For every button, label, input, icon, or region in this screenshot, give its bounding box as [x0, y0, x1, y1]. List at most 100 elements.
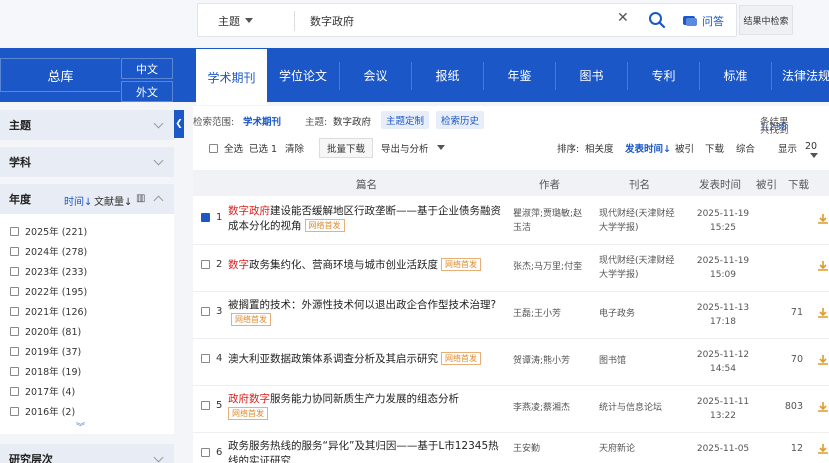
row-index[interactable]: 4	[201, 353, 222, 364]
checkbox[interactable]	[201, 354, 210, 363]
search-icon[interactable]	[648, 11, 666, 29]
year-sort-count[interactable]: 文献量↓	[94, 193, 132, 208]
checkbox[interactable]	[10, 286, 19, 296]
article-title-link[interactable]: 被搁置的技术：外源性技术何以退出政企合作型技术治理?网络首发	[228, 298, 502, 328]
table-row[interactable]: 1 数字政府建设能否缓解地区行政垄断——基于企业债务融资成本分化的视角 网络首发 …	[193, 198, 829, 245]
sort-download[interactable]: 下载	[705, 141, 724, 155]
checkbox[interactable]	[10, 266, 19, 276]
download-icon[interactable]	[817, 354, 829, 366]
batch-download-button[interactable]: 批量下载	[319, 138, 374, 158]
checkbox[interactable]	[10, 326, 19, 336]
select-all[interactable]: 全选	[209, 141, 243, 155]
row-index[interactable]: 5	[201, 400, 222, 411]
sidebar-collapse-icon[interactable]: ❮	[174, 110, 184, 138]
row-index[interactable]: 3	[201, 306, 222, 317]
row-index[interactable]: 1	[201, 212, 222, 223]
article-authors[interactable]: 贺谭涛;熊小芳	[513, 354, 587, 368]
clear-selection-button[interactable]: 清除	[285, 141, 304, 155]
list-item[interactable]: 2022年 (195)	[10, 281, 174, 301]
download-icon[interactable]	[817, 260, 829, 272]
clear-icon[interactable]: ✕	[617, 10, 629, 26]
col-cited[interactable]: 被引	[756, 177, 777, 192]
article-authors[interactable]: 王磊;王小芳	[513, 307, 587, 321]
topic-customize-button[interactable]: 主题定制	[381, 111, 430, 129]
facet-discipline[interactable]: 学科	[0, 147, 174, 177]
bar-chart-icon[interactable]: ▥	[136, 193, 145, 204]
table-row[interactable]: 2 数字政务集约化、营商环境与城市创业活跃度 网络首发 张杰;马万里;付奎 现代财…	[193, 245, 829, 292]
download-icon[interactable]	[817, 307, 829, 319]
year-sort-time[interactable]: 时间↓	[64, 193, 92, 208]
list-item[interactable]: 2025年 (221)	[10, 221, 174, 241]
col-date[interactable]: 发表时间	[699, 177, 741, 192]
article-source[interactable]: 统计与信息论坛	[599, 401, 683, 415]
row-index[interactable]: 2	[201, 259, 222, 270]
search-input[interactable]	[310, 11, 610, 31]
tab-conferences[interactable]: 会议	[340, 48, 411, 102]
tab-standards[interactable]: 标准	[700, 48, 771, 102]
facet-year[interactable]: 年度 时间↓ 文献量↓ ▥	[0, 184, 174, 214]
nav-zongku[interactable]: 总库	[0, 58, 120, 92]
sort-cited[interactable]: 被引	[675, 141, 694, 155]
search-field-select[interactable]: 主题	[218, 13, 253, 29]
list-item[interactable]: 2024年 (278)	[10, 241, 174, 261]
table-row[interactable]: 3 被搁置的技术：外源性技术何以退出政企合作型技术治理?网络首发 王磊;王小芳 …	[193, 292, 829, 339]
expand-more-icon[interactable]: ︾	[76, 420, 85, 433]
download-icon[interactable]	[817, 213, 829, 225]
tab-books[interactable]: 图书	[556, 48, 627, 102]
article-source[interactable]: 现代财经(天津财经大学学报)	[599, 254, 683, 282]
checkbox[interactable]	[201, 213, 210, 222]
facet-research-level[interactable]: 研究层次	[0, 444, 174, 463]
checkbox[interactable]	[10, 406, 19, 416]
article-source[interactable]: 天府新论	[599, 442, 683, 456]
tab-laws[interactable]: 法律法规	[772, 48, 829, 102]
article-title-link[interactable]: 政府数字服务能力协同新质生产力发展的组态分析 网络首发	[228, 392, 502, 422]
article-title-link[interactable]: 数字政府建设能否缓解地区行政垄断——基于企业债务融资成本分化的视角 网络首发	[228, 204, 502, 234]
checkbox[interactable]	[10, 386, 19, 396]
nav-lang-chinese[interactable]: 中文	[121, 58, 173, 79]
article-source[interactable]: 电子政务	[599, 307, 683, 321]
checkbox[interactable]	[201, 260, 210, 269]
list-item[interactable]: 2017年 (4)	[10, 381, 174, 401]
tab-journals[interactable]: 学术期刊	[196, 49, 267, 105]
article-authors[interactable]: 瞿淑萍;贾璐敏;赵玉洁	[513, 207, 587, 235]
list-item[interactable]: 2023年 (233)	[10, 261, 174, 281]
row-index[interactable]: 6	[201, 447, 222, 458]
tab-patents[interactable]: 专利	[628, 48, 699, 102]
table-row[interactable]: 4 澳大利亚数据政策体系调查分析及其启示研究 网络首发 贺谭涛;熊小芳 图书馆 2…	[193, 339, 829, 386]
checkbox[interactable]	[10, 346, 19, 356]
checkbox[interactable]	[201, 448, 210, 457]
sort-relevance[interactable]: 相关度	[585, 141, 614, 155]
checkbox[interactable]	[10, 306, 19, 316]
col-download[interactable]: 下载	[788, 177, 809, 192]
sort-publish-time[interactable]: 发表时间↓	[625, 141, 671, 155]
page-size-select[interactable]: 20	[805, 141, 829, 163]
tab-newspapers[interactable]: 报纸	[412, 48, 483, 102]
list-item[interactable]: 2019年 (37)	[10, 341, 174, 361]
article-source[interactable]: 现代财经(天津财经大学学报)	[599, 207, 683, 235]
nav-lang-foreign[interactable]: 外文	[121, 81, 173, 102]
checkbox[interactable]	[10, 366, 19, 376]
article-title-link[interactable]: 政务服务热线的服务“异化”及其归因——基于L市12345热线的实证研究	[228, 439, 502, 463]
checkbox[interactable]	[201, 401, 210, 410]
sort-composite[interactable]: 综合	[736, 141, 755, 155]
list-item[interactable]: 2020年 (81)	[10, 321, 174, 341]
article-authors[interactable]: 王安勤	[513, 442, 587, 456]
list-item[interactable]: 2016年 (2)	[10, 401, 174, 421]
table-row[interactable]: 6 政务服务热线的服务“异化”及其归因——基于L市12345热线的实证研究 王安…	[193, 433, 829, 463]
tab-dissertations[interactable]: 学位论文	[267, 48, 339, 102]
download-icon[interactable]	[817, 443, 829, 455]
export-analysis-dropdown[interactable]: 导出与分析	[381, 141, 445, 155]
checkbox[interactable]	[10, 226, 19, 236]
checkbox[interactable]	[10, 246, 19, 256]
search-history-button[interactable]: 检索历史	[436, 111, 485, 129]
table-row[interactable]: 5 政府数字服务能力协同新质生产力发展的组态分析 网络首发 李燕凌;蔡湘杰 统计与…	[193, 386, 829, 433]
article-authors[interactable]: 张杰;马万里;付奎	[513, 260, 587, 274]
refine-search-button[interactable]: 结果中检索	[739, 5, 793, 35]
scope-range-value[interactable]: 学术期刊	[243, 114, 281, 128]
download-icon[interactable]	[817, 401, 829, 413]
qa-button[interactable]: 问答	[682, 13, 724, 29]
checkbox[interactable]	[209, 143, 218, 153]
tab-yearbooks[interactable]: 年鉴	[484, 48, 555, 102]
article-title-link[interactable]: 澳大利亚数据政策体系调查分析及其启示研究 网络首发	[228, 352, 502, 367]
checkbox[interactable]	[201, 307, 210, 316]
